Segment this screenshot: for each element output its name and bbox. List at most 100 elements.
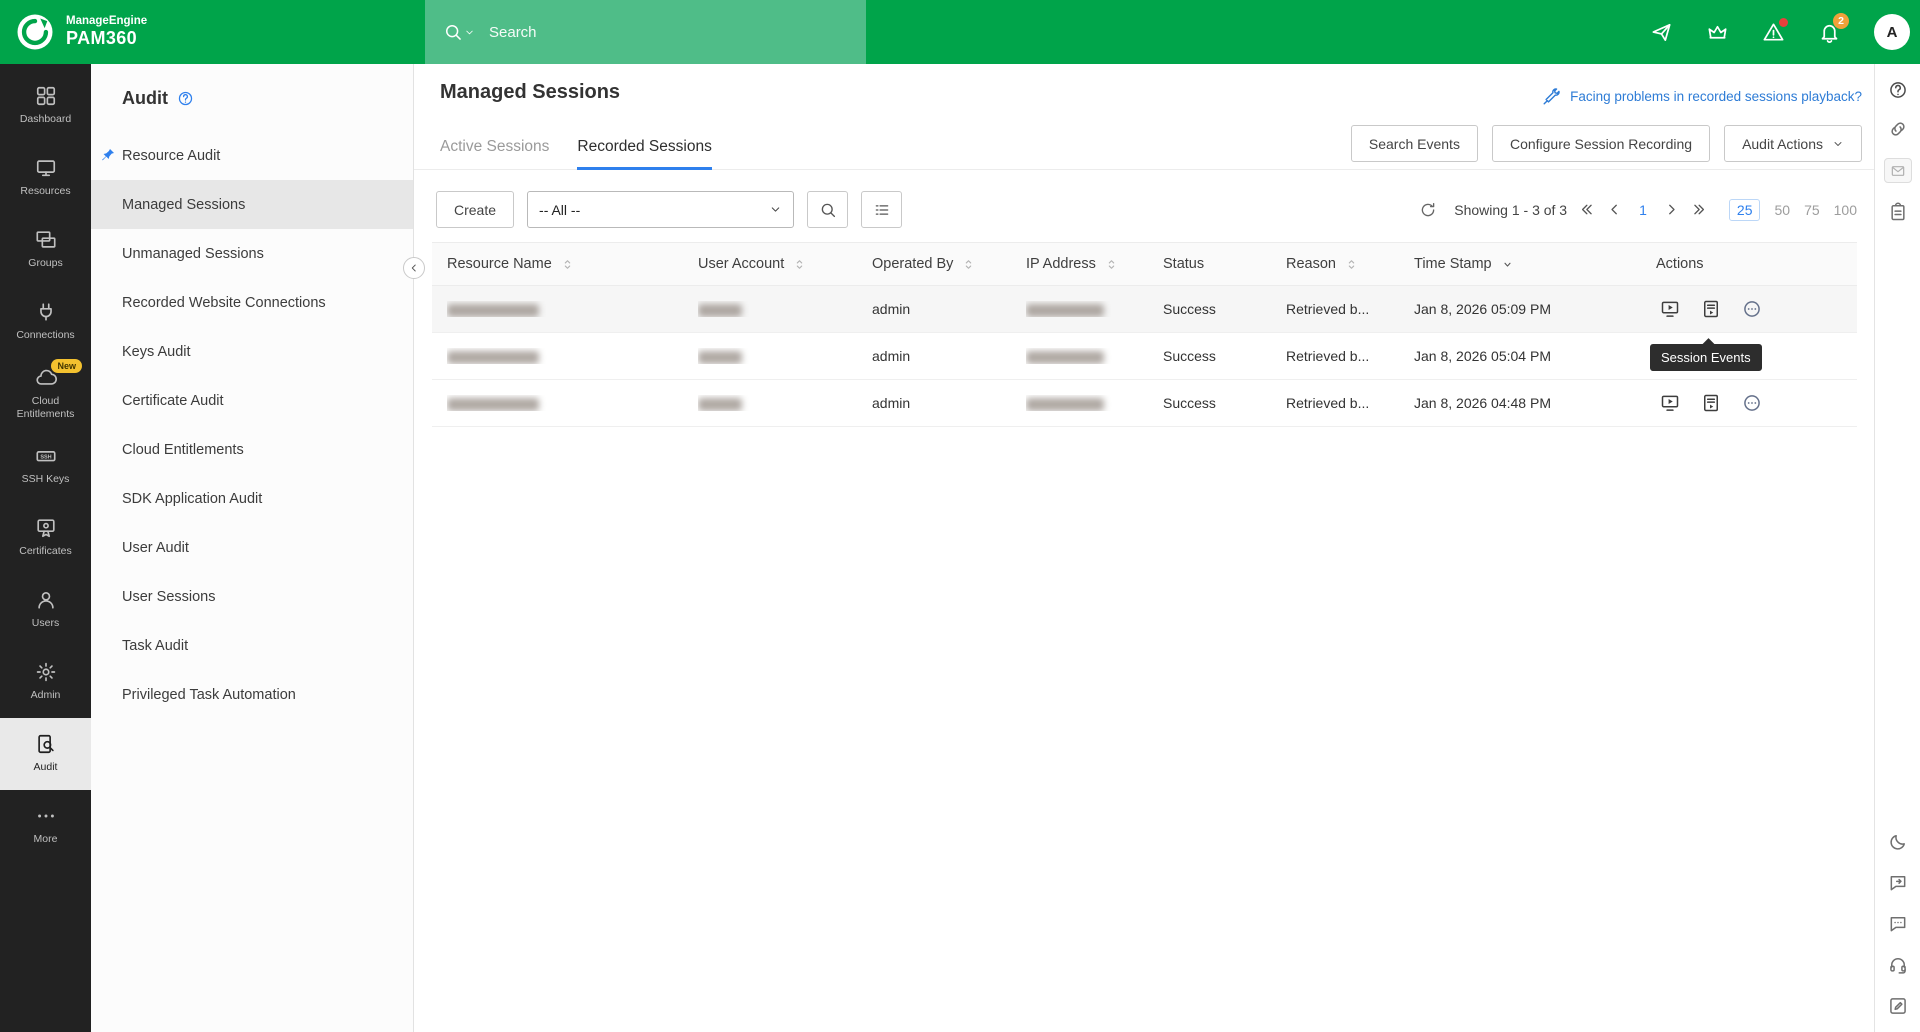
rail-item-admin[interactable]: Admin <box>0 646 91 718</box>
page-size-option[interactable]: 50 <box>1774 202 1790 218</box>
notifications-bell-icon[interactable]: 2 <box>1818 12 1849 44</box>
rail-item-connections[interactable]: Connections <box>0 286 91 358</box>
sidebar-item[interactable]: Keys Audit <box>91 327 413 376</box>
sidebar-item[interactable]: Task Audit <box>91 621 413 670</box>
column-header[interactable]: Actions <box>1656 256 1857 272</box>
session-events-tooltip: Session Events <box>1650 344 1762 371</box>
table-row[interactable]: admin Success Retrieved b... Jan 8, 2026 05… <box>432 286 1857 333</box>
table-search-button[interactable] <box>807 191 849 228</box>
global-search[interactable] <box>425 0 866 64</box>
rail-item-resources[interactable]: Resources <box>0 142 91 214</box>
sort-icon[interactable] <box>1344 257 1359 272</box>
page-size-option[interactable]: 75 <box>1804 202 1820 218</box>
row-more-icon[interactable] <box>1742 393 1762 413</box>
reason-cell: Retrieved b... <box>1286 301 1370 317</box>
column-header[interactable]: User Account <box>698 256 872 272</box>
rail-item-groups[interactable]: Groups <box>0 214 91 286</box>
request-clipboard-icon[interactable] <box>1888 202 1908 222</box>
feedback-send-icon[interactable] <box>1650 21 1673 44</box>
sort-icon[interactable] <box>792 257 807 272</box>
pam360-logo-icon[interactable] <box>14 11 56 53</box>
next-page-icon[interactable] <box>1663 201 1680 218</box>
license-crown-icon[interactable] <box>1706 21 1729 44</box>
comment-icon[interactable] <box>1888 914 1908 934</box>
sidebar-collapse-button[interactable] <box>403 257 425 279</box>
search-input[interactable] <box>487 22 848 42</box>
rail-item-more[interactable]: More <box>0 790 91 862</box>
sidebar-item-label: Privileged Task Automation <box>122 686 296 703</box>
rail-item-cloud-entitlements[interactable]: Cloud Entitlements New <box>0 358 91 430</box>
svg-text:SSH: SSH <box>40 455 51 461</box>
ssh-icon: SSH <box>35 445 57 467</box>
first-page-icon[interactable] <box>1578 201 1595 218</box>
plug-icon <box>35 301 57 323</box>
tab-recorded-sessions[interactable]: Recorded Sessions <box>577 138 712 170</box>
sidebar-item[interactable]: User Sessions <box>91 572 413 621</box>
sidebar-item[interactable]: SDK Application Audit <box>91 474 413 523</box>
search-events-button[interactable]: Search Events <box>1350 125 1478 162</box>
sidebar-item[interactable]: User Audit <box>91 523 413 572</box>
sort-icon[interactable] <box>560 257 575 272</box>
sort-icon[interactable] <box>1104 257 1119 272</box>
session-events-icon[interactable] <box>1701 393 1721 413</box>
notes-edit-icon[interactable] <box>1888 996 1908 1016</box>
rail-item-users[interactable]: Users <box>0 574 91 646</box>
session-filter-select[interactable]: -- All -- <box>527 191 795 228</box>
link-icon[interactable] <box>1888 119 1908 139</box>
sidebar-item-label: Managed Sessions <box>122 196 246 213</box>
column-header[interactable]: Status <box>1163 256 1286 272</box>
redacted-text <box>698 397 742 411</box>
operated-by-cell: admin <box>872 301 911 317</box>
sidebar-item[interactable]: Unmanaged Sessions <box>91 229 413 278</box>
refresh-icon[interactable] <box>1419 201 1437 219</box>
last-page-icon[interactable] <box>1691 201 1708 218</box>
rail-item-ssh-keys[interactable]: SSH SSH Keys <box>0 430 91 502</box>
sidebar-item[interactable]: Certificate Audit <box>91 376 413 425</box>
user-avatar[interactable]: A <box>1874 14 1910 50</box>
status-cell: Success <box>1163 348 1216 364</box>
current-page[interactable]: 1 <box>1639 202 1647 218</box>
sidebar-item[interactable]: Managed Sessions <box>91 180 413 229</box>
sort-icon[interactable] <box>961 257 976 272</box>
column-header[interactable]: Resource Name <box>447 256 698 272</box>
column-header[interactable]: IP Address <box>1026 256 1163 272</box>
sidebar-item[interactable]: Resource Audit <box>91 131 413 180</box>
tab-active-sessions[interactable]: Active Sessions <box>440 138 549 170</box>
rail-item-dashboard[interactable]: Dashboard <box>0 70 91 142</box>
column-header[interactable]: Operated By <box>872 256 1026 272</box>
audit-actions-button[interactable]: Audit Actions <box>1724 125 1862 162</box>
sidebar-item[interactable]: Cloud Entitlements <box>91 425 413 474</box>
column-header[interactable]: Time Stamp <box>1414 256 1656 272</box>
row-more-icon[interactable] <box>1742 299 1762 319</box>
playback-help-link[interactable]: Facing problems in recorded sessions pla… <box>1542 87 1862 106</box>
mail-button[interactable] <box>1883 158 1912 183</box>
column-header[interactable]: Reason <box>1286 256 1414 272</box>
support-headset-icon[interactable] <box>1888 955 1908 975</box>
dark-mode-moon-icon[interactable] <box>1888 832 1908 852</box>
session-playback-icon[interactable] <box>1660 393 1680 413</box>
help-icon[interactable] <box>1888 80 1908 100</box>
page-size-option[interactable]: 25 <box>1728 198 1761 221</box>
session-events-icon[interactable] <box>1701 299 1721 319</box>
configure-session-recording-button[interactable]: Configure Session Recording <box>1491 125 1711 162</box>
rail-item-label: Dashboard <box>19 113 72 126</box>
prev-page-icon[interactable] <box>1606 201 1623 218</box>
search-scope-dropdown[interactable] <box>443 22 475 42</box>
create-button[interactable]: Create <box>436 191 515 228</box>
sidebar-item[interactable]: Privileged Task Automation <box>91 670 413 719</box>
page-size-option[interactable]: 100 <box>1834 202 1857 218</box>
session-playback-icon[interactable] <box>1660 299 1680 319</box>
rail-item-certificates[interactable]: Certificates <box>0 502 91 574</box>
sort-desc-icon[interactable] <box>1500 257 1515 272</box>
share-chat-icon[interactable] <box>1888 873 1908 893</box>
sidebar-item[interactable]: Recorded Website Connections <box>91 278 413 327</box>
product-name: PAM360 <box>66 28 138 49</box>
rail-item-audit[interactable]: Audit <box>0 718 91 790</box>
alerts-icon[interactable] <box>1762 17 1788 44</box>
column-chooser-button[interactable] <box>861 191 903 228</box>
page-size-options: 25 50 75 100 <box>1728 198 1857 221</box>
redacted-text <box>447 397 539 411</box>
table-row[interactable]: admin Success Retrieved b... Jan 8, 2026 05… <box>432 333 1857 380</box>
help-question-icon[interactable] <box>177 90 194 107</box>
table-row[interactable]: admin Success Retrieved b... Jan 8, 2026 04… <box>432 380 1857 427</box>
